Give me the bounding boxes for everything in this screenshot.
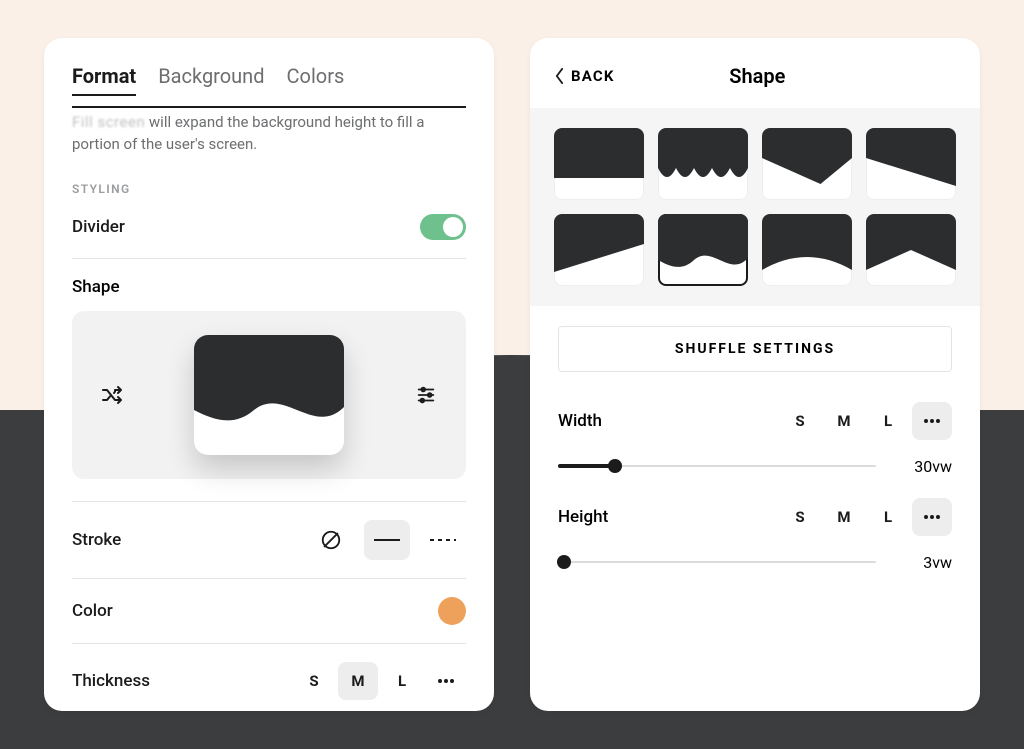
ellipsis-icon: [923, 418, 941, 424]
tab-format[interactable]: Format: [72, 64, 136, 96]
wave-shape-icon: [658, 214, 748, 286]
shape-preview-card: [72, 311, 466, 479]
ellipsis-icon: [923, 514, 941, 520]
tab-background[interactable]: Background: [158, 64, 264, 96]
divider-label: Divider: [72, 217, 125, 237]
thickness-option-custom[interactable]: [426, 662, 466, 700]
shape-grid: [554, 128, 956, 286]
panels-container: Format Background Colors Fill screen wil…: [0, 0, 1024, 749]
height-slider[interactable]: [558, 550, 876, 574]
thickness-label: Thickness: [72, 671, 150, 691]
tab-colors[interactable]: Colors: [287, 64, 345, 96]
width-option-s[interactable]: S: [780, 402, 820, 440]
shape-option-angle[interactable]: [762, 128, 852, 200]
shuffle-settings-button[interactable]: SHUFFLE SETTINGS: [558, 326, 952, 372]
helper-text: Fill screen will expand the background h…: [72, 106, 466, 156]
back-button[interactable]: BACK: [554, 67, 615, 85]
section-styling-label: STYLING: [72, 182, 466, 196]
shuffle-icon: [100, 383, 124, 407]
thickness-option-l[interactable]: L: [382, 662, 422, 700]
straight-shape-icon: [554, 128, 644, 200]
demo-stage: Format Background Colors Fill screen wil…: [0, 0, 1024, 749]
height-option-m[interactable]: M: [824, 498, 864, 536]
shape-option-wave[interactable]: [658, 214, 748, 286]
stroke-option-solid[interactable]: [364, 520, 410, 560]
slope-left-shape-icon: [554, 214, 644, 286]
row-stroke: Stroke: [72, 502, 466, 579]
shape-option-slope-left[interactable]: [554, 214, 644, 286]
helper-text-cutoff: Fill screen: [72, 113, 145, 131]
stroke-options: [308, 520, 466, 560]
width-option-custom[interactable]: [912, 402, 952, 440]
dashed-line-icon: [428, 535, 458, 545]
shape-settings-button[interactable]: [404, 373, 448, 417]
width-slider-thumb[interactable]: [608, 459, 622, 473]
color-swatch[interactable]: [438, 597, 466, 625]
solid-line-icon: [372, 535, 402, 545]
width-label: Width: [558, 411, 602, 431]
wave-shape-icon: [194, 335, 344, 455]
shape-option-pointed[interactable]: [866, 214, 956, 286]
none-icon: [320, 529, 342, 551]
height-option-s[interactable]: S: [780, 498, 820, 536]
shape-option-straight[interactable]: [554, 128, 644, 200]
shape-grid-wrap: [530, 108, 980, 306]
divider-toggle[interactable]: [420, 214, 466, 240]
panel-title: Shape: [615, 64, 956, 88]
slope-right-shape-icon: [866, 128, 956, 200]
row-thickness: Thickness S M L: [72, 644, 466, 712]
chevron-left-icon: [554, 67, 565, 85]
width-size-options: S M L: [780, 402, 952, 440]
height-option-custom[interactable]: [912, 498, 952, 536]
thickness-options: S M L: [294, 662, 466, 700]
format-panel: Format Background Colors Fill screen wil…: [44, 38, 494, 711]
toggle-knob: [443, 217, 463, 237]
width-slider[interactable]: [558, 454, 876, 478]
stroke-option-none[interactable]: [308, 520, 354, 560]
width-option-m[interactable]: M: [824, 402, 864, 440]
shape-option-arch[interactable]: [762, 214, 852, 286]
ellipsis-icon: [437, 678, 455, 684]
height-slider-thumb[interactable]: [557, 555, 571, 569]
scallop-shape-icon: [658, 128, 748, 200]
stroke-label: Stroke: [72, 530, 121, 550]
shape-preview[interactable]: [194, 335, 344, 455]
back-label: BACK: [571, 67, 615, 85]
shape-option-slope-right[interactable]: [866, 128, 956, 200]
row-color: Color: [72, 579, 466, 644]
width-setting: Width S M L: [558, 390, 952, 486]
shape-settings-panel: BACK Shape: [530, 38, 980, 711]
thickness-option-s[interactable]: S: [294, 662, 334, 700]
shape-block: Shape: [72, 259, 466, 502]
sliders-icon: [415, 384, 437, 406]
color-label: Color: [72, 601, 113, 621]
shuffle-button[interactable]: [90, 373, 134, 417]
height-setting: Height S M L: [558, 486, 952, 582]
thickness-option-m[interactable]: M: [338, 662, 378, 700]
width-value: 30vw: [894, 457, 952, 476]
angle-shape-icon: [762, 128, 852, 200]
height-size-options: S M L: [780, 498, 952, 536]
panel-header: BACK Shape: [530, 38, 980, 108]
width-slider-fill: [558, 464, 615, 468]
stroke-option-dashed[interactable]: [420, 520, 466, 560]
shape-option-scallop[interactable]: [658, 128, 748, 200]
pointed-shape-icon: [866, 214, 956, 286]
panel-tabs: Format Background Colors: [44, 38, 494, 104]
height-option-l[interactable]: L: [868, 498, 908, 536]
shape-label: Shape: [72, 269, 466, 311]
height-value: 3vw: [894, 553, 952, 572]
width-option-l[interactable]: L: [868, 402, 908, 440]
height-label: Height: [558, 507, 608, 527]
row-divider: Divider: [72, 196, 466, 259]
arch-shape-icon: [762, 214, 852, 286]
